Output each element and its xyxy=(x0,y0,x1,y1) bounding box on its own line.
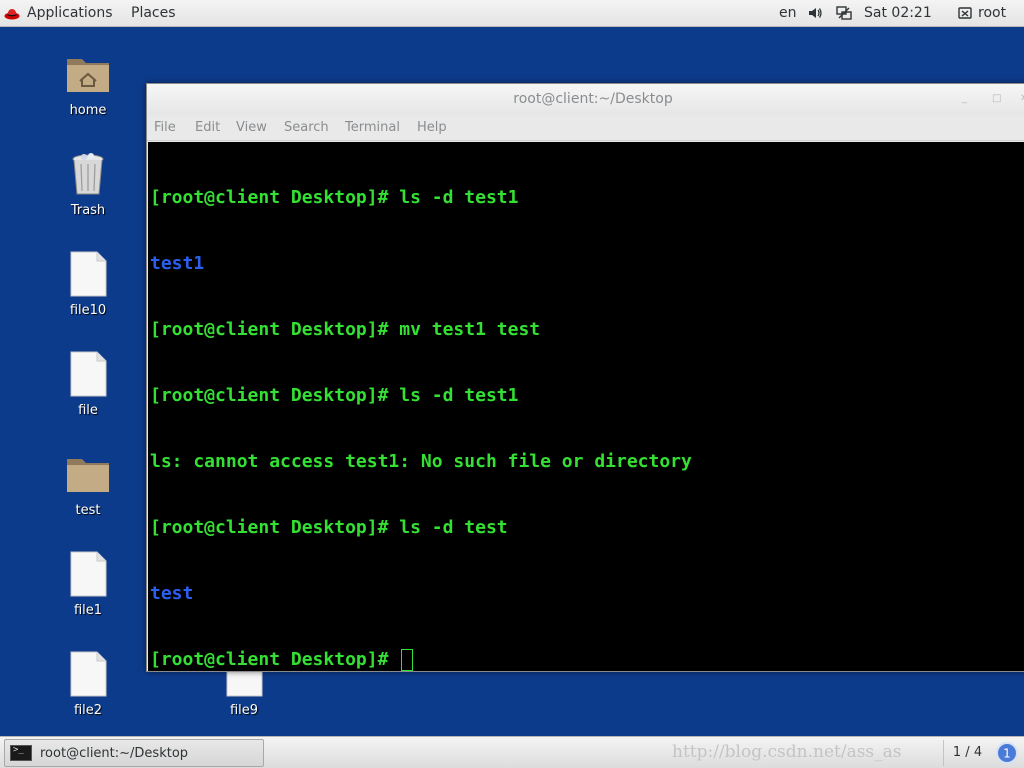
terminal-line: [root@client Desktop]# ls -d test xyxy=(150,517,508,538)
terminal-prompt-line[interactable]: [root@client Desktop]# xyxy=(150,649,1024,671)
desktop-icon-home[interactable]: home xyxy=(48,50,128,118)
desktop-icon-trash[interactable]: Trash xyxy=(48,150,128,218)
notification-badge-icon[interactable]: 1 xyxy=(996,742,1018,764)
terminal-line: test xyxy=(150,583,194,604)
close-icon[interactable]: ✕ xyxy=(1020,94,1024,104)
places-menu[interactable]: Places xyxy=(131,0,176,27)
redhat-icon xyxy=(4,8,20,19)
terminal-cursor xyxy=(401,649,414,671)
terminal-window[interactable]: root@client:~/Desktop _ □ ✕ File Edit Vi… xyxy=(146,83,1024,672)
maximize-icon[interactable]: □ xyxy=(992,94,1002,104)
file-icon xyxy=(70,351,107,397)
clock[interactable]: Sat 02:21 xyxy=(864,0,932,27)
minimize-icon[interactable]: _ xyxy=(962,94,972,104)
window-titlebar[interactable]: root@client:~/Desktop _ □ ✕ xyxy=(147,84,1024,115)
taskbar-item-label: root@client:~/Desktop xyxy=(40,745,189,761)
menu-edit[interactable]: Edit xyxy=(195,115,220,141)
terminal-icon xyxy=(10,745,32,761)
terminal-line: test1 xyxy=(150,253,205,274)
terminal-prompt: [root@client Desktop]# xyxy=(150,649,400,670)
user-name: root xyxy=(978,5,1007,21)
terminal-line: [root@client Desktop]# mv test1 test xyxy=(150,319,541,340)
file-icon xyxy=(70,651,107,697)
menu-file[interactable]: File xyxy=(154,115,176,141)
language-indicator[interactable]: en xyxy=(779,0,797,27)
top-panel: Applications Places en Sat 02:21 root xyxy=(0,0,1024,27)
window-title: root@client:~/Desktop xyxy=(513,91,673,107)
bottom-panel: root@client:~/Desktop http://blog.csdn.n… xyxy=(0,736,1024,768)
terminal-line: [root@client Desktop]# ls -d test1 xyxy=(150,385,519,406)
desktop-icon-file1[interactable]: file1 xyxy=(48,550,128,618)
taskbar-item-terminal[interactable]: root@client:~/Desktop xyxy=(4,739,264,767)
terminal-line: [root@client Desktop]# ls -d test1 xyxy=(150,187,519,208)
trash-icon xyxy=(72,153,104,195)
terminal-menubar: File Edit View Search Terminal Help xyxy=(147,115,1024,141)
workspace-pager[interactable]: 1 / 4 xyxy=(943,740,991,766)
watermark-text: http://blog.csdn.net/ass_as xyxy=(672,742,902,762)
desktop-icon-file2[interactable]: file2 xyxy=(48,650,128,718)
file-icon xyxy=(70,551,107,597)
user-icon xyxy=(958,6,972,19)
menu-terminal[interactable]: Terminal xyxy=(345,115,400,141)
desktop-icon-file[interactable]: file xyxy=(48,350,128,418)
terminal-line: ls: cannot access test1: No such file or… xyxy=(150,451,692,472)
desktop-icon-test[interactable]: test xyxy=(48,450,128,518)
user-menu[interactable]: root xyxy=(958,0,1006,27)
folder-icon xyxy=(67,459,109,492)
desktop-icon-file10[interactable]: file10 xyxy=(48,250,128,318)
terminal-output[interactable]: [root@client Desktop]# ls -d test1 test1… xyxy=(148,142,1024,671)
applications-menu[interactable]: Applications xyxy=(4,0,113,27)
menu-view[interactable]: View xyxy=(236,115,267,141)
applications-label: Applications xyxy=(27,5,113,21)
home-folder-icon xyxy=(67,59,109,92)
notification-count: 1 xyxy=(1003,747,1011,761)
menu-search[interactable]: Search xyxy=(284,115,329,141)
menu-help[interactable]: Help xyxy=(417,115,447,141)
volume-icon[interactable] xyxy=(807,5,823,21)
file-icon xyxy=(70,251,107,297)
network-icon[interactable] xyxy=(836,5,852,21)
